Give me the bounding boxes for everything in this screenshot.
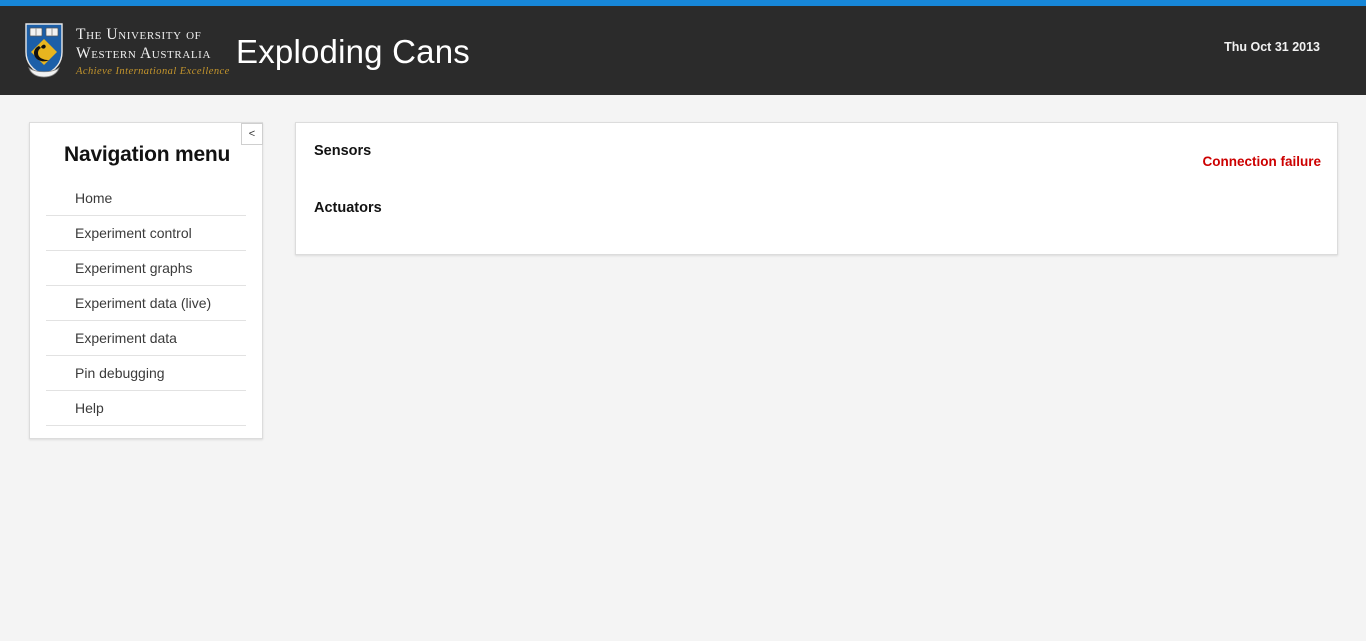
main-content-panel: Sensors Actuators Connection failure xyxy=(295,122,1338,255)
sidebar-item-experiment-graphs[interactable]: Experiment graphs xyxy=(46,251,246,286)
uwa-crest-icon xyxy=(24,22,64,79)
navigation-panel: Navigation menu Home Experiment control … xyxy=(29,122,263,439)
brand-line-2: Western Australia xyxy=(76,44,211,62)
navigation-list: Home Experiment control Experiment graph… xyxy=(46,181,246,426)
header-date: Thu Oct 31 2013 xyxy=(1224,40,1320,54)
sensors-heading: Sensors xyxy=(314,143,372,159)
sidebar-item-help[interactable]: Help xyxy=(46,391,246,426)
sidebar-collapse-button[interactable]: < xyxy=(241,123,263,145)
sidebar-item-experiment-data-live[interactable]: Experiment data (live) xyxy=(46,286,246,321)
brand-line-1: The University of xyxy=(76,26,202,44)
app-title: Exploding Cans xyxy=(236,33,470,70)
sidebar-item-experiment-data[interactable]: Experiment data xyxy=(46,321,246,356)
sidebar-item-pin-debugging[interactable]: Pin debugging xyxy=(46,356,246,391)
page-header: The University of Western Australia Achi… xyxy=(0,6,1366,95)
sidebar-item-home[interactable]: Home xyxy=(46,181,246,216)
brand-tagline: Achieve International Excellence xyxy=(76,65,230,77)
brand-logo[interactable]: The University of Western Australia Achi… xyxy=(24,22,230,79)
sidebar-item-experiment-control[interactable]: Experiment control xyxy=(46,216,246,251)
navigation-title: Navigation menu xyxy=(64,143,231,166)
brand-wordmark: The University of Western Australia Achi… xyxy=(76,24,230,77)
actuators-heading: Actuators xyxy=(314,200,382,216)
status-badge-connection: Connection failure xyxy=(1202,154,1321,169)
